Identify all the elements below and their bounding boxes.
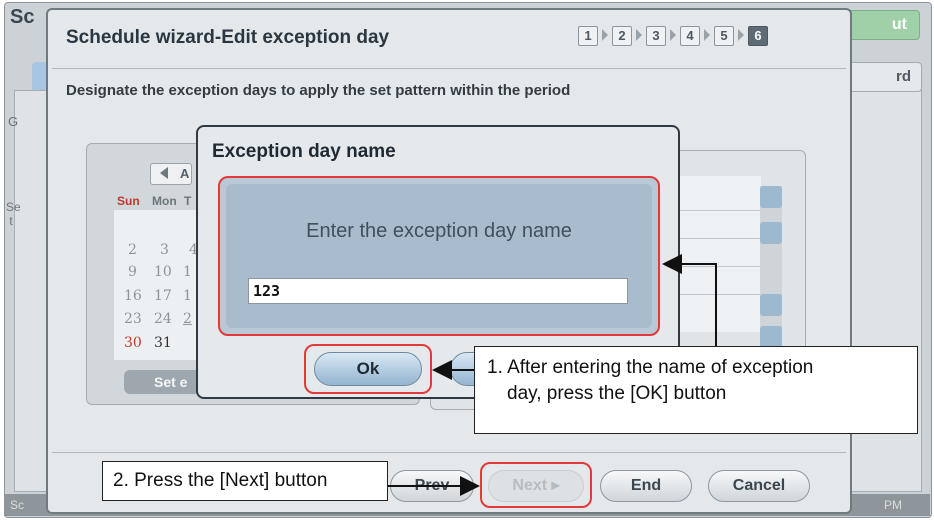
next-button-highlight — [480, 462, 592, 508]
arrow-to-input — [662, 254, 717, 346]
callout-step-1: 1. After entering the name of exception … — [474, 346, 918, 434]
annotation-arrows — [388, 254, 717, 496]
callout-step-1-line1: 1. After entering the name of exception — [487, 357, 814, 378]
callout-step-1-line2: day, press the [OK] button — [507, 383, 727, 404]
callout-step-2: 2. Press the [Next] button — [102, 461, 388, 501]
